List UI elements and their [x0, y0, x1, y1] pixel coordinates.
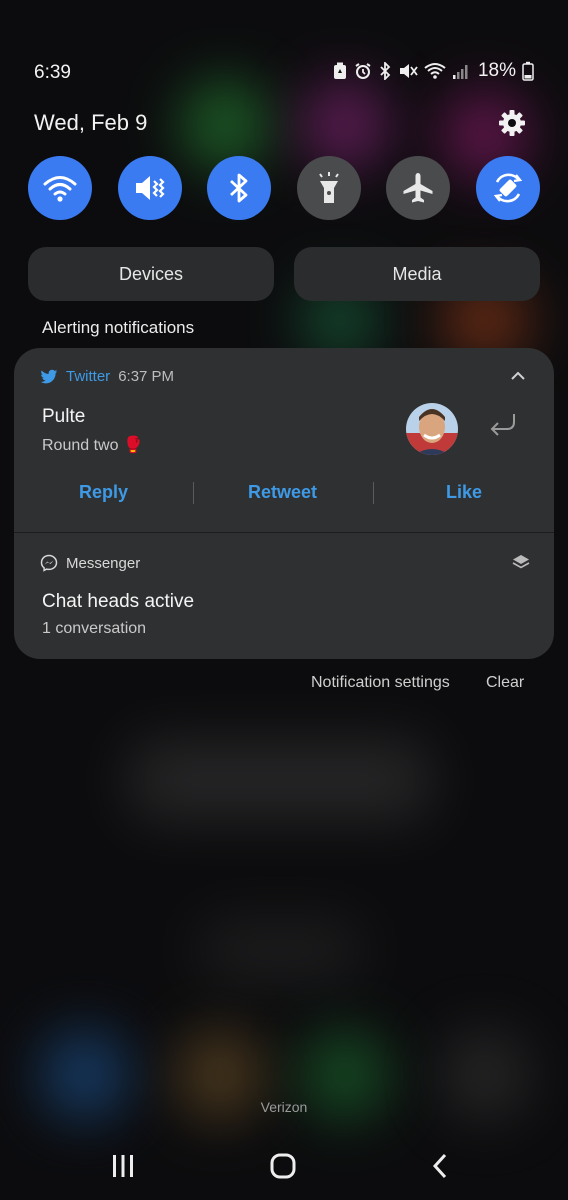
carrier-label: Verizon — [260, 1099, 308, 1115]
twitter-time: 6:37 PM — [118, 368, 175, 385]
home-icon[interactable] — [269, 1152, 297, 1180]
wifi-toggle[interactable] — [28, 156, 92, 220]
media-label: Media — [392, 263, 442, 284]
bluetooth-toggle[interactable] — [207, 156, 272, 220]
back-icon[interactable] — [430, 1152, 450, 1180]
recent-apps-icon[interactable] — [110, 1152, 136, 1180]
bluetooth-status-icon — [380, 62, 391, 80]
retweet-button[interactable]: Retweet — [248, 482, 317, 503]
auto-rotate-toggle[interactable] — [476, 156, 540, 220]
messenger-header: Messenger — [40, 554, 140, 572]
twitter-app-name: Twitter — [66, 368, 111, 385]
navigation-bar — [0, 1140, 568, 1196]
panel-date: Wed, Feb 9 — [34, 110, 148, 135]
avatar — [406, 403, 458, 455]
wifi-icon — [43, 176, 77, 202]
status-time: 6:39 — [34, 62, 71, 83]
alarm-icon — [355, 63, 371, 79]
layers-icon[interactable] — [512, 554, 530, 570]
like-button[interactable]: Like — [446, 482, 482, 503]
flashlight-toggle[interactable] — [296, 156, 361, 220]
settings-gear-icon[interactable] — [497, 108, 527, 138]
notification-group: Twitter 6:37 PM Pulte Round two 🥊 Reply … — [14, 348, 554, 659]
battery-icon — [522, 61, 534, 81]
battery-percent: 18% — [477, 60, 516, 81]
twitter-title: Pulte — [42, 406, 86, 427]
action-divider — [193, 482, 194, 504]
quick-settings-row — [28, 156, 540, 220]
sound-mode-toggle[interactable] — [117, 156, 182, 220]
twitter-bird-icon — [40, 369, 58, 383]
twitter-header: Twitter 6:37 PM — [40, 368, 174, 385]
messenger-app-name: Messenger — [66, 554, 141, 572]
twitter-body: Round two 🥊 — [42, 437, 143, 454]
action-divider — [373, 482, 374, 504]
section-title: Alerting notifications — [42, 318, 195, 337]
devices-button[interactable]: Devices — [28, 247, 274, 301]
bluetooth-icon — [230, 173, 248, 203]
twitter-actions: Reply Retweet Like — [14, 472, 554, 512]
notification-settings-button[interactable]: Notification settings — [311, 674, 450, 692]
reply-button[interactable]: Reply — [79, 482, 128, 503]
mute-icon — [135, 176, 165, 200]
airplane-toggle[interactable] — [386, 156, 451, 220]
wifi-status-icon — [424, 63, 446, 79]
airplane-icon — [403, 173, 433, 203]
collapse-chevron-icon[interactable] — [510, 370, 526, 382]
status-bar: 6:39 18% — [0, 56, 568, 92]
auto-rotate-icon — [493, 173, 523, 203]
flashlight-icon — [318, 172, 339, 203]
devices-label: Devices — [118, 263, 184, 284]
signal-icon — [452, 65, 468, 79]
messenger-body: 1 conversation — [42, 620, 147, 637]
messenger-title: Chat heads active — [42, 591, 195, 612]
battery-saver-icon — [333, 62, 346, 79]
reply-arrow-icon[interactable] — [488, 412, 518, 438]
clear-button[interactable]: Clear — [486, 674, 524, 692]
messenger-icon — [40, 554, 58, 572]
mute-status-icon — [399, 64, 418, 78]
media-button[interactable]: Media — [294, 247, 540, 301]
status-icons: 18% — [332, 60, 534, 82]
notification-divider — [14, 532, 554, 533]
